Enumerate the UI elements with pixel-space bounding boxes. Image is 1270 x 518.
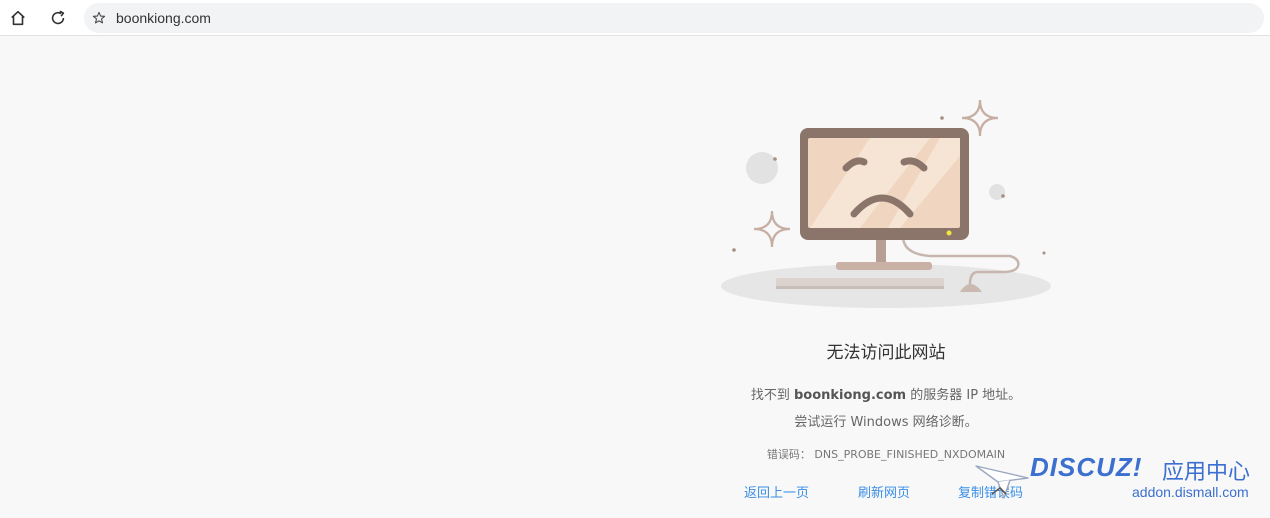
error-page: 无法访问此网站 找不到 boonkiong.com 的服务器 IP 地址。 尝试… [700, 36, 1090, 518]
address-bar-url[interactable]: boonkiong.com [116, 10, 211, 26]
desc-suffix: 的服务器 IP 地址。 [906, 388, 1022, 403]
watermark-brand: DISCUZ! [1030, 452, 1143, 482]
address-bar[interactable]: boonkiong.com [84, 3, 1264, 33]
home-button[interactable] [4, 4, 32, 32]
error-title: 无法访问此网站 [826, 343, 946, 363]
paper-plane-icon [975, 465, 1029, 499]
refresh-link[interactable]: 刷新网页 [858, 482, 910, 501]
bookmark-star-button[interactable] [84, 3, 114, 33]
diagnostics-hint: 尝试运行 Windows 网络诊断。 [794, 415, 978, 430]
browser-toolbar: boonkiong.com [0, 0, 1270, 36]
discuz-watermark: DISCUZ! 应用中心 addon.dismall.com [975, 450, 1260, 510]
watermark-cn: 应用中心 [1162, 460, 1251, 485]
watermark-url: addon.dismall.com [1132, 484, 1249, 500]
error-code-label: 错误码： [766, 448, 811, 461]
go-back-link[interactable]: 返回上一页 [744, 482, 809, 501]
error-description: 找不到 boonkiong.com 的服务器 IP 地址。 [700, 384, 1072, 403]
sad-monitor-illustration [721, 99, 1051, 308]
desc-domain: boonkiong.com [793, 388, 907, 403]
star-icon [92, 11, 106, 24]
reload-button[interactable] [44, 4, 72, 32]
desc-prefix: 找不到 [750, 388, 794, 403]
home-icon [11, 10, 25, 26]
reload-icon [51, 10, 65, 25]
